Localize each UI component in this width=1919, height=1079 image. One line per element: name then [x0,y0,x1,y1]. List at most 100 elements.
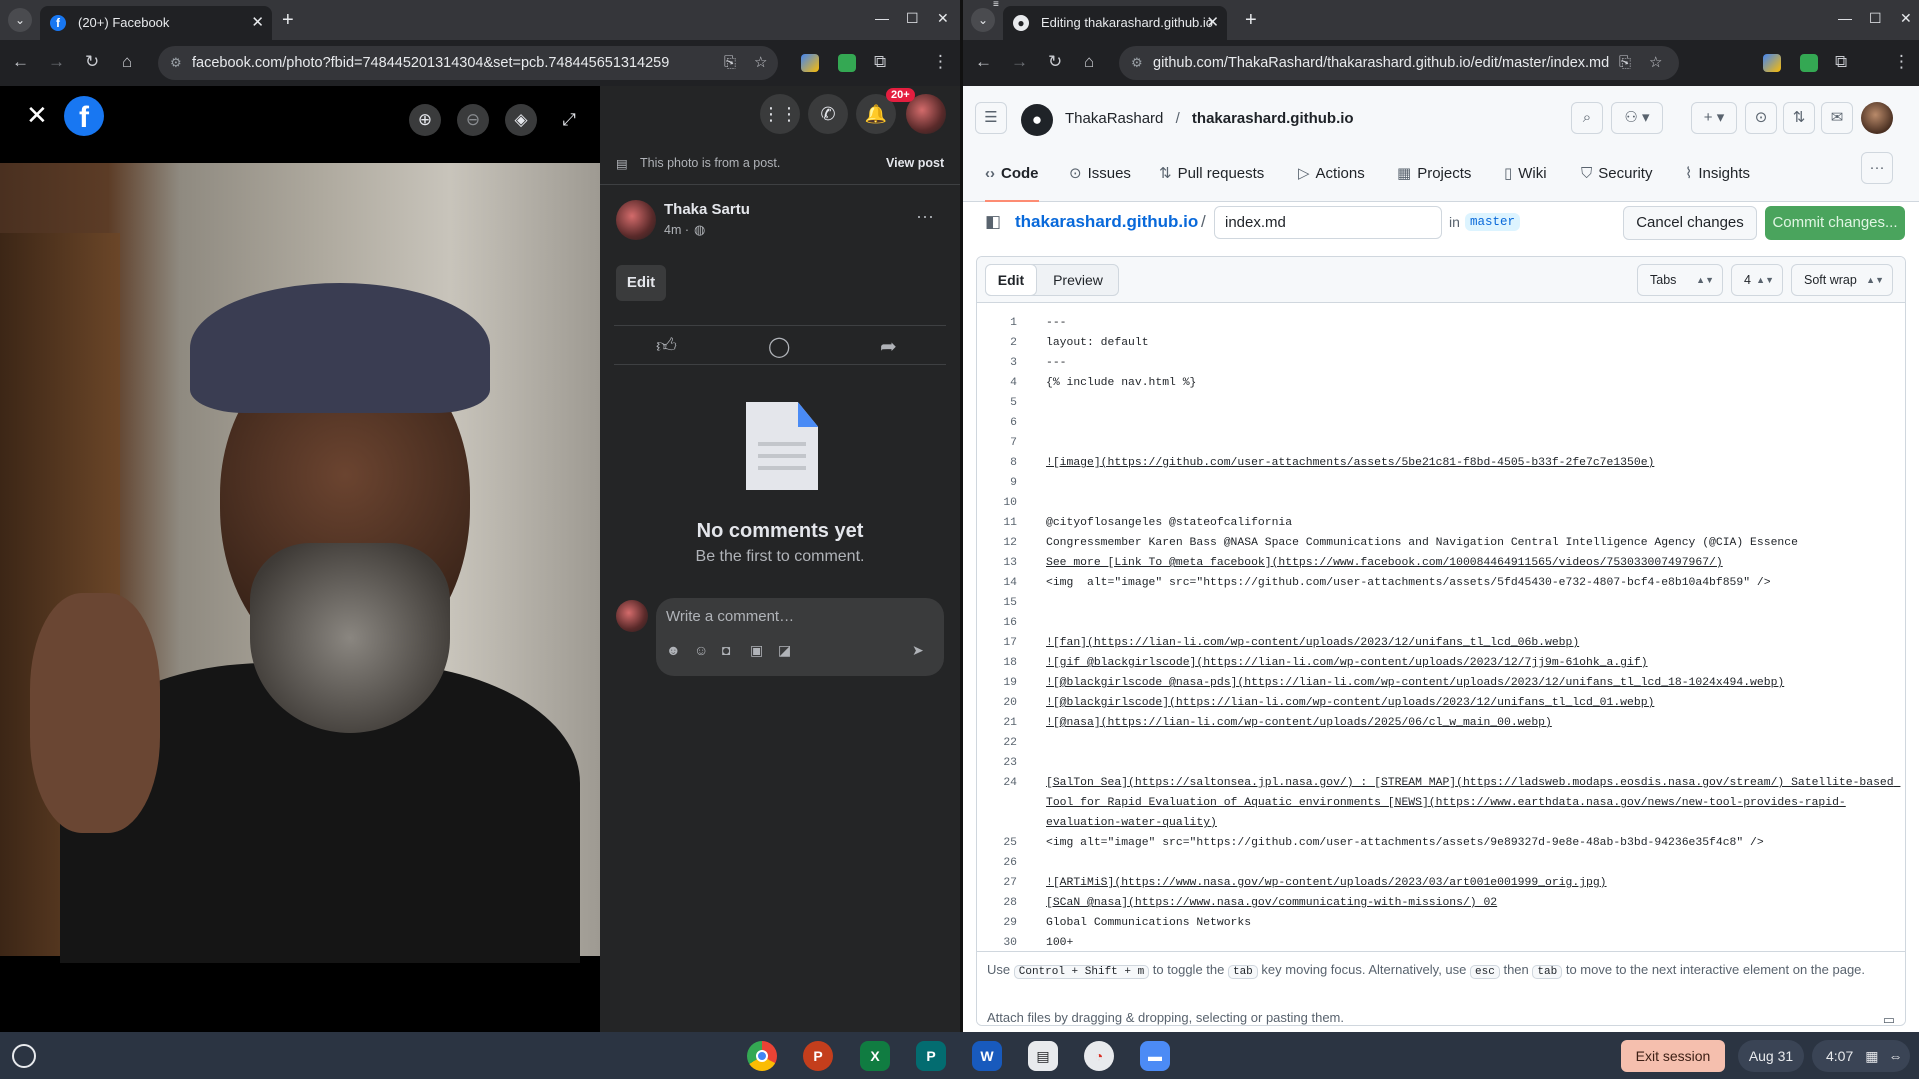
code-line[interactable]: 27 ![ARTiMiS](https://www.nasa.gov/wp-con… [977,873,1905,893]
breadcrumb-repo-link[interactable]: thakarashard.github.io [1015,212,1198,232]
tab-pull-requests[interactable]: ⇅ Pull requests [1159,156,1264,202]
code-line[interactable]: 26 [977,853,1905,873]
install-app-icon[interactable]: ⎘ [724,46,736,80]
tab-search-icon[interactable]: ⌄ [971,8,995,32]
line-text[interactable]: [SCaN @nasa](https://www.nasa.gov/commun… [1046,893,1885,913]
code-line[interactable]: 2 layout: default [977,333,1905,353]
extension-green-icon[interactable] [1800,54,1818,72]
file-tree-toggle-icon[interactable]: ◧ [985,212,1001,232]
code-line[interactable]: 28 [SCaN @nasa](https://www.nasa.gov/comm… [977,893,1905,913]
fullscreen-icon[interactable]: ⤢ [553,104,585,136]
copilot-icon[interactable]: ⚇ ▾ [1611,102,1663,134]
close-photo-icon[interactable]: ✕ [26,102,48,128]
tab-security[interactable]: ⛉ Security [1581,156,1652,202]
zoom-in-icon[interactable]: ⊕ [409,104,441,136]
edit-button[interactable]: Edit [616,265,666,301]
maximize-icon[interactable]: ☐ [1869,10,1882,27]
send-icon[interactable]: ➤ [912,642,924,659]
exit-session-button[interactable]: Exit session [1621,1040,1725,1072]
tab-github-editing[interactable]: ● Editing thakarashard.github.io ✕ [1003,6,1227,40]
timer-app-icon[interactable]: ◔ [1084,1041,1114,1071]
code-line[interactable]: 19 ![@blackgirlscode @nasa-pds](https://l… [977,673,1905,693]
back-icon[interactable]: ← [975,52,992,72]
more-options-icon[interactable]: ··· [916,206,934,227]
branch-label[interactable]: master [1465,213,1521,231]
chrome-app-icon[interactable] [747,1041,777,1071]
tab-search-icon[interactable]: ⌄ [8,8,32,32]
camera-icon[interactable]: ◘ [722,642,730,658]
code-line[interactable]: 20 ![@blackgirlscode](https://lian-li.com… [977,693,1905,713]
bookmark-star-icon[interactable]: ☆ [754,46,767,80]
code-line[interactable]: 7 [977,433,1905,453]
extension-icon[interactable] [801,54,819,72]
new-tab-icon[interactable]: + [1245,7,1257,33]
extension-icon[interactable] [1763,54,1781,72]
excel-app-icon[interactable]: X [860,1041,890,1071]
code-line[interactable]: 30 100+ [977,933,1905,953]
emoji-icon[interactable]: ☺ [694,642,708,658]
code-line[interactable]: 17 ![fan](https://lian-li.com/wp-content/… [977,633,1905,653]
search-icon[interactable]: ⌕ [1571,102,1603,134]
code-lines[interactable]: 1 --- 2 layout: default 3 --- 4 {% include nav.… [977,313,1905,953]
more-nav-icon[interactable]: ··· [1861,152,1893,184]
line-text[interactable]: @cityoflosangeles @stateofcalifornia [1046,513,1885,533]
docs-app-icon[interactable]: ▤ [1028,1041,1058,1071]
code-line[interactable]: 5 [977,393,1905,413]
code-line[interactable]: 21 ![@nasa](https://lian-li.com/wp-conten… [977,713,1905,733]
github-logo-icon[interactable]: ● [1021,104,1053,136]
code-line[interactable]: 22 [977,733,1905,753]
messenger-icon[interactable]: ✆ [808,94,848,134]
code-line[interactable]: 1 --- [977,313,1905,333]
user-avatar[interactable] [1861,102,1893,134]
wrap-mode-select[interactable]: Soft wrap ▲▼ [1791,264,1893,296]
install-app-icon[interactable]: ⎘ [1619,46,1631,80]
date-display[interactable]: Aug 31 [1738,1040,1804,1072]
code-line[interactable]: 29 Global Communications Networks [977,913,1905,933]
tab-facebook[interactable]: f (20+) Facebook ✕ [40,6,272,40]
attach-files-hint[interactable]: Attach files by dragging & dropping, sel… [987,1008,1344,1025]
forward-icon[interactable]: → [48,52,65,72]
line-text[interactable]: 100+ [1046,933,1885,953]
issues-icon[interactable]: ⊙ [1745,102,1777,134]
files-app-icon[interactable]: ▬ [1140,1041,1170,1071]
line-text[interactable]: ![@blackgirlscode](https://lian-li.com/w… [1046,693,1885,713]
line-text[interactable]: ![@nasa](https://lian-li.com/wp-content/… [1046,713,1885,733]
line-text[interactable]: {% include nav.html %} [1046,373,1885,393]
code-line[interactable]: 24 [SalTon Sea](https://saltonsea.jpl.nas… [977,773,1905,833]
word-app-icon[interactable]: W [972,1041,1002,1071]
tab-projects[interactable]: ▦ Projects [1397,156,1471,202]
tab-code[interactable]: ‹› Code [985,156,1039,202]
home-icon[interactable]: ⌂ [122,52,132,72]
code-line[interactable]: 23 [977,753,1905,773]
site-info-icon[interactable]: ⚙ [1131,46,1143,80]
facebook-logo-icon[interactable]: f [64,96,104,136]
menu-grid-icon[interactable]: ⋮⋮ [760,94,800,134]
line-text[interactable]: --- [1046,353,1885,373]
extensions-puzzle-icon[interactable]: ⧉ [1835,52,1847,72]
reload-icon[interactable]: ↻ [85,52,99,72]
line-text[interactable]: Global Communications Networks [1046,913,1885,933]
extension-green-icon[interactable] [838,54,856,72]
extensions-puzzle-icon[interactable]: ⧉ [874,52,886,72]
author-avatar[interactable] [616,200,656,240]
code-line[interactable]: 6 [977,413,1905,433]
code-line[interactable]: 15 [977,593,1905,613]
home-icon[interactable]: ⌂ [1084,52,1094,72]
commit-changes-button[interactable]: Commit changes... [1765,206,1905,240]
powerpoint-app-icon[interactable]: P [803,1041,833,1071]
launcher-icon[interactable] [12,1044,36,1068]
view-post-link[interactable]: View post [886,156,944,170]
status-tray[interactable]: 4:07 ▦ ⇔ [1812,1040,1910,1072]
line-text[interactable]: <img alt="image" src="https://github.com… [1046,573,1885,593]
line-text[interactable]: ![ARTiMiS](https://www.nasa.gov/wp-conte… [1046,873,1885,893]
bookmark-star-icon[interactable]: ☆ [1649,46,1662,80]
sticker-icon[interactable]: ◪ [778,642,791,659]
tab-close-icon[interactable]: ✕ [1206,6,1219,40]
tab-wiki[interactable]: ▯ Wiki [1504,156,1547,202]
code-line[interactable]: 14 <img alt="image" src="https://github.c… [977,573,1905,593]
code-line[interactable]: 16 [977,613,1905,633]
code-line[interactable]: 3 --- [977,353,1905,373]
reload-icon[interactable]: ↻ [1048,52,1062,72]
hamburger-menu-icon[interactable]: ☰ [975,102,1007,134]
create-new-icon[interactable]: + ▾ [1691,102,1737,134]
